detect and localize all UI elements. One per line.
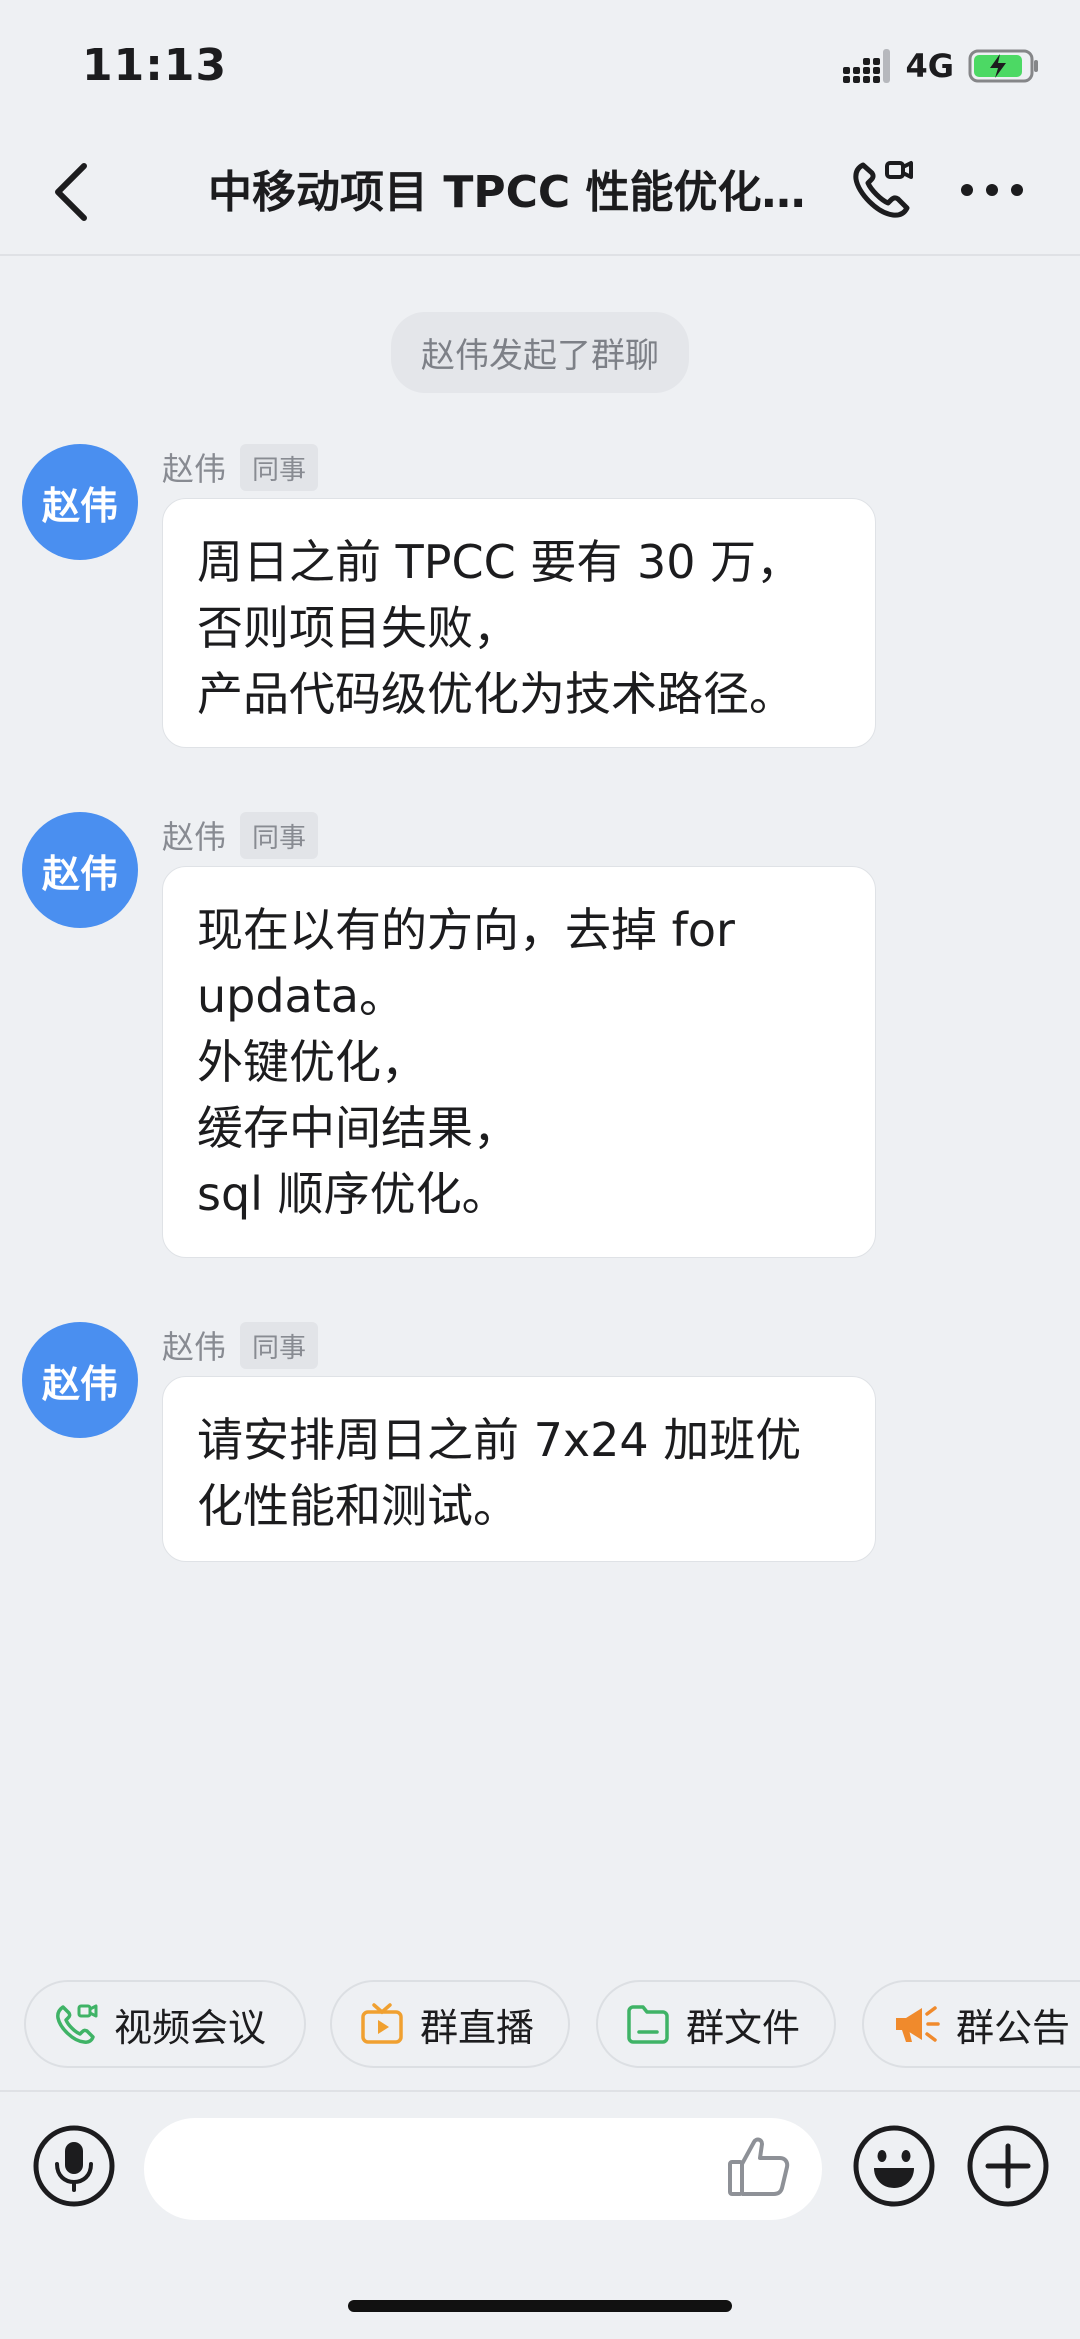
- thumbs-up-button[interactable]: [724, 2132, 794, 2202]
- back-button[interactable]: [30, 152, 110, 232]
- message-bubble[interactable]: 请安排周日之前 7x24 加班优化性能和测试。: [162, 1376, 876, 1562]
- sender-row: 赵伟 同事: [162, 1321, 319, 1369]
- chat-header: 中移动项目 TPCC 性能优化…: [0, 130, 1080, 256]
- chip-group-files[interactable]: 群文件: [596, 1980, 836, 2068]
- microphone-icon: [33, 2125, 115, 2207]
- video-call-icon: [56, 2004, 98, 2044]
- system-notice-text: 赵伟发起了群聊: [391, 312, 689, 393]
- phone-video-icon: [853, 161, 913, 218]
- status-indicators: 4G: [843, 44, 1040, 88]
- chip-label: 群直播: [420, 2005, 535, 2050]
- more-options-button[interactable]: [950, 150, 1034, 230]
- chat-title: 中移动项目 TPCC 性能优化…: [208, 167, 806, 218]
- chip-label: 群公告: [956, 2005, 1071, 2050]
- avatar[interactable]: 赵伟: [22, 444, 138, 560]
- battery-charging-icon: [968, 48, 1040, 84]
- sender-name: 赵伟: [162, 818, 227, 856]
- input-bar: [0, 2090, 1080, 2242]
- status-time: 11:13: [82, 40, 228, 91]
- megaphone-icon: [896, 2006, 940, 2042]
- sender-name: 赵伟: [162, 450, 227, 488]
- sender-row: 赵伟 同事: [162, 443, 319, 491]
- chip-label: 视频会议: [114, 2005, 267, 2050]
- chip-group-live[interactable]: 群直播: [330, 1980, 570, 2068]
- sender-name: 赵伟: [162, 1328, 227, 1366]
- chip-label: 群文件: [686, 2005, 801, 2050]
- sender-row: 赵伟 同事: [162, 811, 319, 859]
- avatar[interactable]: 赵伟: [22, 1322, 138, 1438]
- folder-icon: [627, 2005, 669, 2044]
- signal-icon: [843, 49, 891, 83]
- thumbs-up-icon: [728, 2137, 790, 2196]
- chevron-left-icon: [55, 163, 87, 221]
- message-input[interactable]: [144, 2118, 822, 2220]
- avatar[interactable]: 赵伟: [22, 812, 138, 928]
- message-bubble[interactable]: 周日之前 TPCC 要有 30 万， 否则项目失败， 产品代码级优化为技术路径。: [162, 498, 876, 748]
- sender-tag: 同事: [240, 443, 319, 491]
- call-button[interactable]: [842, 150, 922, 230]
- emoji-button[interactable]: [852, 2124, 936, 2208]
- emoji-icon: [853, 2125, 935, 2207]
- message-bubble[interactable]: 现在以有的方向，去掉 for updata。 外键优化， 缓存中间结果， sql…: [162, 866, 876, 1258]
- chip-group-announcement[interactable]: 群公告: [862, 1980, 1080, 2068]
- plus-icon: [967, 2125, 1049, 2207]
- more-actions-button[interactable]: [966, 2124, 1050, 2208]
- system-notice: 赵伟发起了群聊: [0, 312, 1080, 393]
- more-dots-icon: [961, 184, 1023, 196]
- quick-actions-bar: 视频会议 群直播 群文件 群公告: [0, 1980, 1080, 2070]
- voice-input-button[interactable]: [32, 2124, 116, 2208]
- chip-video-meeting[interactable]: 视频会议: [24, 1980, 306, 2068]
- network-type: 4G: [905, 47, 954, 85]
- home-indicator: [348, 2300, 732, 2312]
- sender-tag: 同事: [240, 811, 319, 859]
- status-bar: 11:13 4G: [0, 0, 1080, 130]
- tv-live-icon: [361, 2003, 403, 2044]
- sender-tag: 同事: [240, 1321, 319, 1369]
